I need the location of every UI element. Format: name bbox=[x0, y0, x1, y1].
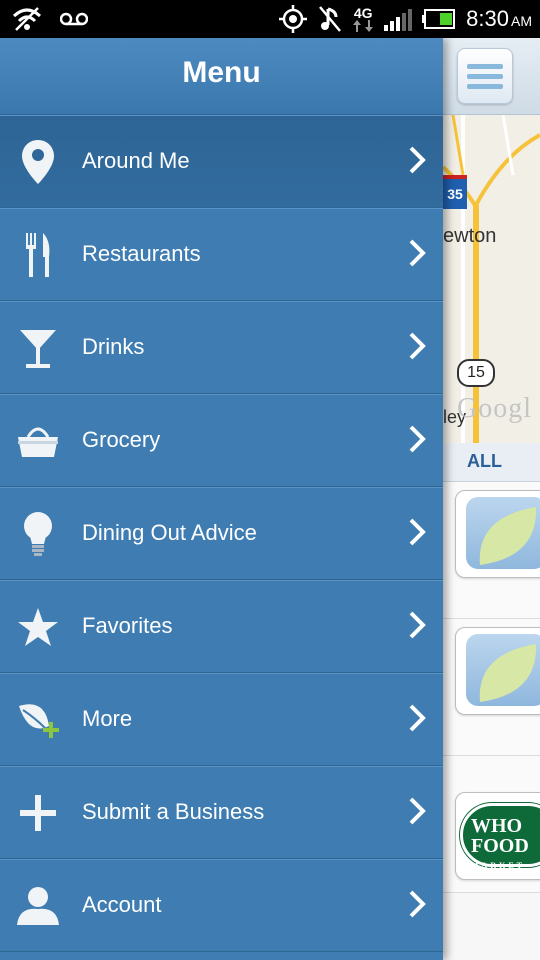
star-icon bbox=[14, 599, 62, 655]
menu-item-account[interactable]: Account bbox=[0, 859, 443, 952]
fork-knife-icon bbox=[14, 227, 62, 283]
lightbulb-icon bbox=[14, 506, 62, 562]
status-left-icons bbox=[12, 6, 88, 32]
menu-toggle-button[interactable] bbox=[457, 48, 513, 104]
gps-icon bbox=[279, 5, 308, 33]
menu-item-restaurants[interactable]: Restaurants bbox=[0, 208, 443, 301]
background-screen: 35 ewton 15 ley Googl ALL WHO FOOD MARKE… bbox=[443, 38, 540, 960]
menu-item-more[interactable]: More bbox=[0, 673, 443, 766]
menu-item-dining-out-advice[interactable]: Dining Out Advice bbox=[0, 487, 443, 580]
location-pin-icon bbox=[14, 134, 62, 190]
interstate-shield: 35 bbox=[443, 175, 467, 209]
menu-item-label: Dining Out Advice bbox=[82, 520, 257, 545]
business-thumbnail: WHO FOOD MARKET bbox=[455, 792, 540, 880]
hamburger-line bbox=[467, 83, 503, 89]
menu-item-label: More bbox=[82, 706, 133, 731]
clock-ampm: AM bbox=[511, 13, 532, 29]
drawer-title: Menu bbox=[182, 56, 261, 89]
filter-tab-all[interactable]: ALL bbox=[467, 451, 502, 472]
network-indicator: 4G bbox=[352, 6, 374, 32]
map-place-label: ewton bbox=[443, 225, 497, 247]
chevron-right-icon bbox=[409, 704, 426, 732]
menu-item-label: Grocery bbox=[82, 427, 161, 452]
route-shield: 15 bbox=[457, 359, 495, 387]
battery-icon bbox=[422, 9, 456, 29]
business-thumbnail bbox=[455, 627, 540, 715]
menu-item-around-me[interactable]: Around Me bbox=[0, 115, 443, 208]
menu-item-grocery[interactable]: Grocery bbox=[0, 394, 443, 487]
map-view[interactable]: 35 ewton 15 ley Googl bbox=[443, 115, 540, 443]
signal-icon bbox=[384, 9, 413, 31]
logo-text-line: FOOD bbox=[471, 835, 529, 857]
clock-time: 8:30 bbox=[466, 6, 509, 31]
network-type: 4G bbox=[353, 5, 373, 21]
wifi-off-icon bbox=[12, 7, 42, 31]
chevron-right-icon bbox=[409, 797, 426, 825]
menu-item-drinks[interactable]: Drinks bbox=[0, 301, 443, 394]
chevron-right-icon bbox=[409, 425, 426, 453]
list-item[interactable] bbox=[443, 482, 540, 619]
ringer-off-icon bbox=[319, 6, 342, 32]
chevron-right-icon bbox=[409, 518, 426, 546]
plus-icon bbox=[14, 785, 62, 841]
leaf-plus-icon bbox=[14, 692, 62, 748]
logo-text-line: WHO bbox=[471, 815, 523, 837]
filter-bar: ALL bbox=[443, 443, 540, 482]
whole-foods-logo: WHO FOOD MARKET bbox=[460, 803, 540, 870]
navigation-drawer: Menu Around Me Restaurants Drinks Grocer… bbox=[0, 38, 443, 960]
chevron-right-icon bbox=[409, 146, 426, 174]
logo-text-line: MARKET bbox=[471, 861, 525, 870]
chevron-right-icon bbox=[409, 332, 426, 360]
leaf-logo-icon bbox=[466, 634, 540, 706]
clock: 8:30 AM bbox=[466, 6, 532, 32]
list-item[interactable]: WHO FOOD MARKET bbox=[443, 756, 540, 893]
menu-item-label: Account bbox=[82, 892, 162, 917]
user-icon bbox=[14, 878, 62, 934]
shopping-basket-icon bbox=[14, 413, 62, 469]
status-bar: 4G 8:30 AM bbox=[0, 0, 540, 38]
chevron-right-icon bbox=[409, 611, 426, 639]
drawer-menu: Around Me Restaurants Drinks Grocery Din… bbox=[0, 115, 443, 952]
status-right-icons: 4G 8:30 AM bbox=[278, 4, 532, 34]
hamburger-line bbox=[467, 73, 503, 79]
hamburger-line bbox=[467, 63, 503, 69]
list-item[interactable] bbox=[443, 619, 540, 756]
drawer-header: Menu bbox=[0, 38, 443, 115]
map-attribution: Googl bbox=[457, 393, 532, 424]
business-thumbnail bbox=[455, 490, 540, 578]
chevron-right-icon bbox=[409, 890, 426, 918]
voicemail-icon bbox=[60, 12, 88, 26]
menu-item-submit-business[interactable]: Submit a Business bbox=[0, 766, 443, 859]
menu-item-favorites[interactable]: Favorites bbox=[0, 580, 443, 673]
chevron-right-icon bbox=[409, 239, 426, 267]
app-toolbar bbox=[443, 38, 540, 115]
leaf-logo-icon bbox=[466, 497, 540, 569]
cocktail-glass-icon bbox=[14, 320, 62, 376]
data-arrows-icon bbox=[353, 20, 374, 32]
menu-item-label: Around Me bbox=[82, 148, 190, 173]
menu-item-label: Drinks bbox=[82, 334, 145, 359]
menu-item-label: Restaurants bbox=[82, 241, 201, 266]
menu-item-label: Favorites bbox=[82, 613, 173, 638]
menu-item-label: Submit a Business bbox=[82, 799, 265, 824]
